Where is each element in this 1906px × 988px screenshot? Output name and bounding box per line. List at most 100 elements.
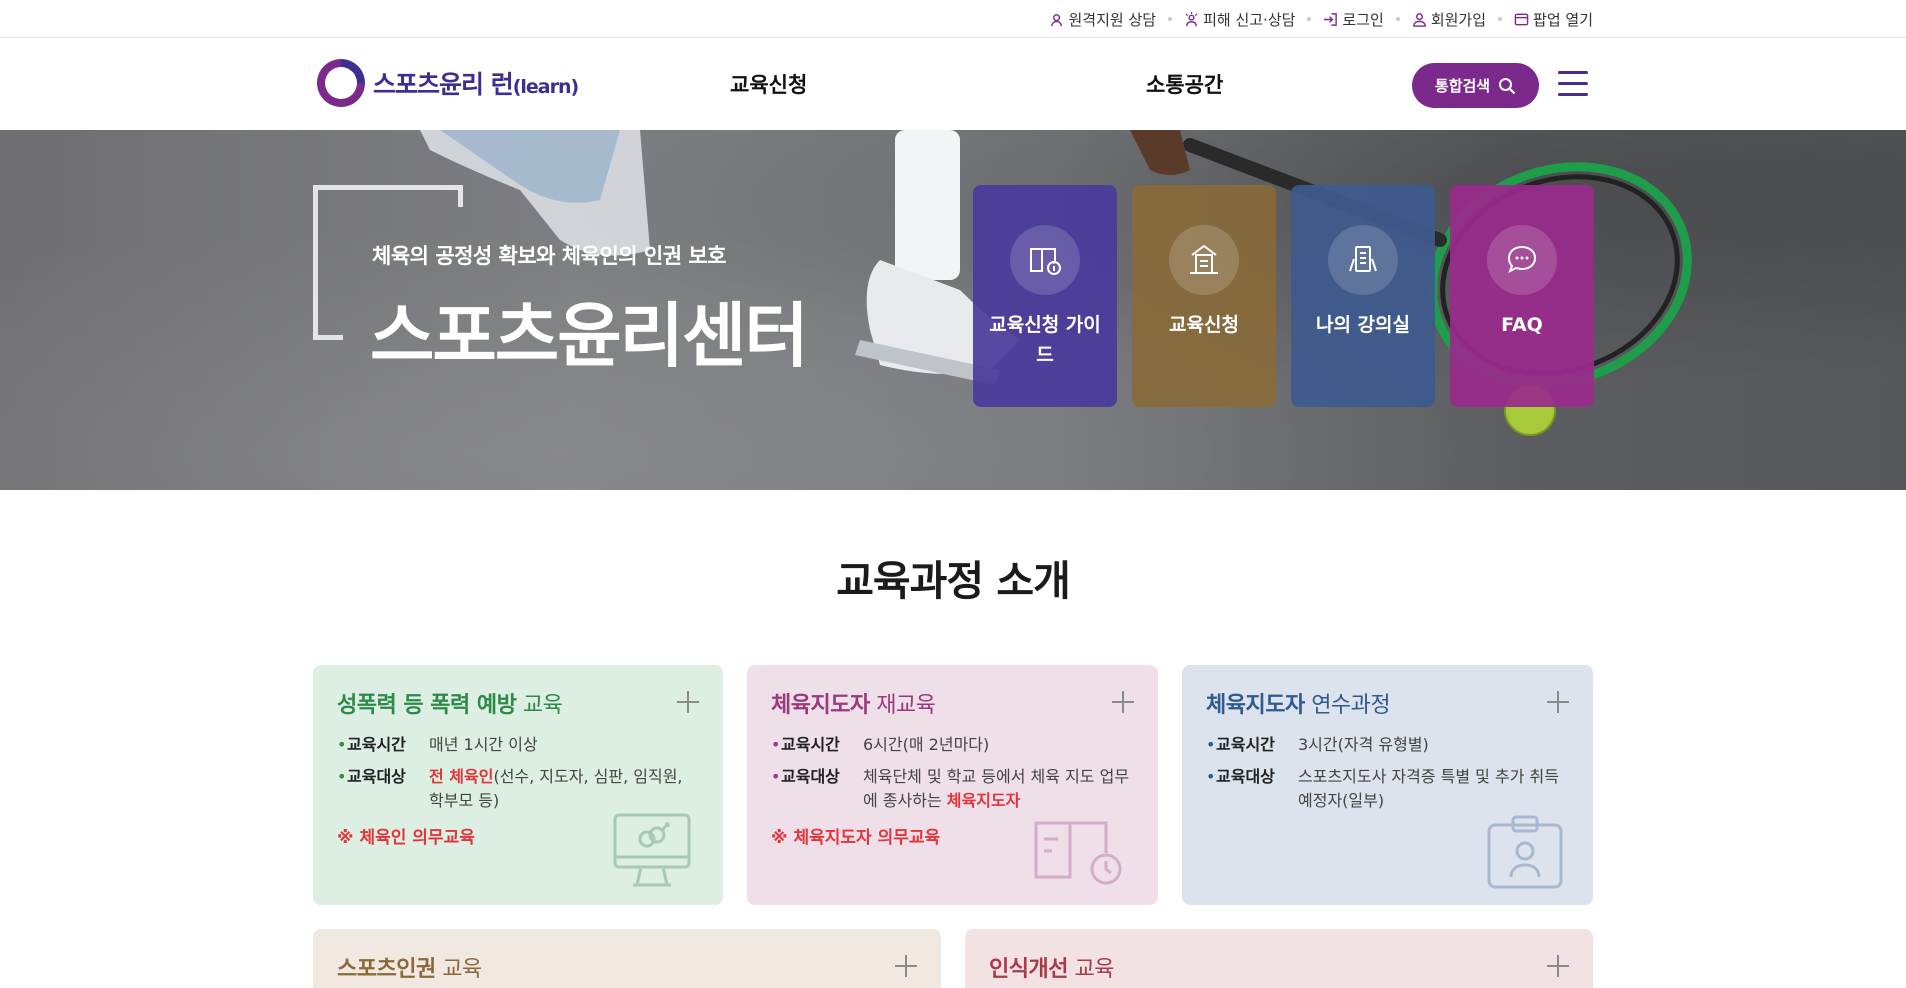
card-row-time: • 교육시간 3시간(자격 유형별): [1206, 733, 1569, 757]
card-row-target: • 교육대상 스포츠지도사 자격증 특별 및 추가 취득 예정자(일부): [1206, 765, 1569, 813]
course-card-violence-prevention[interactable]: 성폭력 등 폭력 예방 교육 • 교육시간 매년 1시간 이상 • 교육대상 전…: [313, 665, 723, 905]
guide-book-icon: [1030, 248, 1061, 275]
row-label: 교육시간: [781, 735, 840, 754]
card-row-time: • 교육시간 매년 1시간 이상: [337, 733, 699, 757]
quick-link-classroom[interactable]: 나의 강의실: [1291, 185, 1435, 407]
book-refresh-icon: [1034, 821, 1122, 885]
hamburger-menu-icon[interactable]: [1558, 71, 1588, 97]
separator: [1395, 17, 1400, 21]
logo-sub-text: (learn): [512, 76, 579, 98]
row-value: 6시간(매 2년마다): [863, 735, 990, 754]
row-value-highlight: 전 체육인: [429, 767, 494, 786]
logo-text: 스포츠윤리 런(learn): [373, 65, 579, 101]
person-icon: [1412, 12, 1426, 27]
card-row-target: • 교육대상 전 체육인(선수, 지도자, 심판, 임직원, 학부모 등): [337, 765, 699, 813]
card-title-bold: 인식개선: [989, 957, 1068, 982]
remote-support-link[interactable]: 원격지원 상담: [1050, 9, 1157, 30]
id-badge-icon: [1487, 815, 1563, 889]
logo[interactable]: 스포츠윤리 런(learn): [315, 57, 579, 109]
quick-link-guide-label: 교육신청 가이드: [989, 314, 1101, 366]
card-row-time: • 교육시간 6시간(매 2년마다): [771, 733, 1134, 757]
card-title: 스포츠인권 교육: [337, 951, 917, 983]
card-title-bold: 체육지도자: [1206, 693, 1305, 718]
quick-link-apply[interactable]: 교육신청: [1132, 185, 1276, 407]
row-label: 교육시간: [1216, 735, 1275, 754]
course-card-awareness[interactable]: 인식개선 교육: [965, 929, 1593, 988]
card-title: 성폭력 등 폭력 예방 교육: [337, 687, 699, 719]
card-title-bold: 체육지도자: [771, 693, 870, 718]
row-label: 교육대상: [1216, 767, 1275, 786]
card-title-bold: 스포츠인권: [337, 957, 436, 982]
expand-plus-icon[interactable]: [1547, 955, 1569, 977]
popup-icon: [1514, 13, 1529, 25]
apply-circle: [1169, 225, 1239, 295]
popup-open-link[interactable]: 팝업 열기: [1514, 9, 1593, 30]
separator: [1498, 17, 1503, 21]
damage-report-label: 피해 신고·상담: [1203, 10, 1296, 29]
quick-link-faq[interactable]: FAQ: [1450, 185, 1594, 407]
integrated-search-label: 통합검색: [1434, 77, 1491, 95]
nav-community[interactable]: 소통공간: [1146, 69, 1223, 99]
course-card-sports-human-rights[interactable]: 스포츠인권 교육: [313, 929, 941, 988]
expand-plus-icon[interactable]: [1112, 691, 1134, 713]
course-card-coach-training[interactable]: 체육지도자 연수과정 • 교육시간 3시간(자격 유형별) • 교육대상 스포츠…: [1182, 665, 1593, 905]
chat-bubble-icon: [1507, 245, 1537, 274]
hero-title: 스포츠윤리센터: [370, 295, 809, 377]
row-label: 교육대상: [347, 767, 406, 786]
course-card-coach-retraining[interactable]: 체육지도자 재교육 • 교육시간 6시간(매 2년마다) • 교육대상 체육단체…: [747, 665, 1158, 905]
quick-link-apply-label: 교육신청: [1169, 314, 1239, 336]
expand-plus-icon[interactable]: [677, 691, 699, 713]
monitor-gender-icon: [613, 813, 691, 887]
search-icon: [1499, 77, 1516, 94]
utility-links: 원격지원 상담 피해 신고·상담 로그인 회원가입 팝업 열기: [1050, 0, 1593, 38]
card-title-bold: 성폭력 등 폭력 예방: [337, 693, 517, 718]
quick-link-faq-label: FAQ: [1501, 314, 1543, 336]
card-title-light: 연수과정: [1304, 693, 1391, 718]
hero-subtitle: 체육의 공정성 확보와 체육인의 인권 보호: [372, 244, 727, 268]
tennis-scene-illustration: [420, 130, 1692, 436]
login-icon: [1324, 12, 1338, 26]
utility-bar: 원격지원 상담 피해 신고·상담 로그인 회원가입 팝업 열기: [0, 0, 1906, 38]
card-title-light: 재교육: [869, 693, 936, 718]
popup-open-label: 팝업 열기: [1533, 10, 1593, 29]
card-row-target: • 교육대상 체육단체 및 학교 등에서 체육 지도 업무에 종사하는 체육지도…: [771, 765, 1134, 813]
row-label: 교육대상: [781, 767, 840, 786]
classroom-circle: [1328, 225, 1398, 295]
row-value: 매년 1시간 이상: [429, 735, 538, 754]
application-icon: [1190, 244, 1218, 274]
card-title: 인식개선 교육: [989, 951, 1569, 983]
nav-education-apply[interactable]: 교육신청: [730, 69, 807, 99]
card-title-light: 교육: [435, 957, 482, 982]
row-value-highlight: 체육지도자: [946, 791, 1021, 810]
quick-link-classroom-label: 나의 강의실: [1315, 314, 1410, 336]
section-title: 교육과정 소개: [836, 557, 1071, 605]
guide-circle: [1010, 225, 1080, 295]
login-label: 로그인: [1342, 10, 1384, 29]
header: 스포츠윤리 런(learn) 교육신청 소통공간 통합검색: [0, 39, 1906, 130]
row-value: 3시간(자격 유형별): [1298, 735, 1429, 754]
expand-plus-icon[interactable]: [1547, 691, 1569, 713]
expand-plus-icon[interactable]: [895, 955, 917, 977]
hero-banner: 체육의 공정성 확보와 체육인의 인권 보호 스포츠윤리센터 교육신청 가이드 …: [0, 130, 1906, 490]
quick-link-guide[interactable]: 교육신청 가이드: [973, 185, 1117, 407]
headset-icon: [1050, 13, 1062, 26]
card-title: 체육지도자 연수과정: [1206, 687, 1569, 719]
card-title-light: 교육: [1067, 957, 1114, 982]
row-value: 스포츠지도사 자격증 특별 및 추가 취득 예정자(일부): [1298, 767, 1559, 810]
logo-mark-icon: [317, 59, 365, 107]
row-label: 교육시간: [347, 735, 406, 754]
login-link[interactable]: 로그인: [1323, 9, 1384, 30]
signup-label: 회원가입: [1430, 10, 1487, 29]
damage-report-link[interactable]: 피해 신고·상담: [1184, 9, 1295, 30]
logo-main-text: 스포츠윤리 런: [373, 70, 514, 99]
card-title: 체육지도자 재교육: [771, 687, 1134, 719]
alert-person-icon: [1185, 11, 1198, 26]
classroom-icon: [1349, 246, 1377, 272]
separator: [1307, 17, 1312, 21]
remote-support-label: 원격지원 상담: [1068, 10, 1157, 29]
signup-link[interactable]: 회원가입: [1412, 9, 1486, 30]
card-title-light: 교육: [516, 693, 563, 718]
faq-circle: [1487, 225, 1557, 295]
integrated-search-button[interactable]: 통합검색: [1412, 63, 1539, 108]
separator: [1168, 17, 1173, 21]
